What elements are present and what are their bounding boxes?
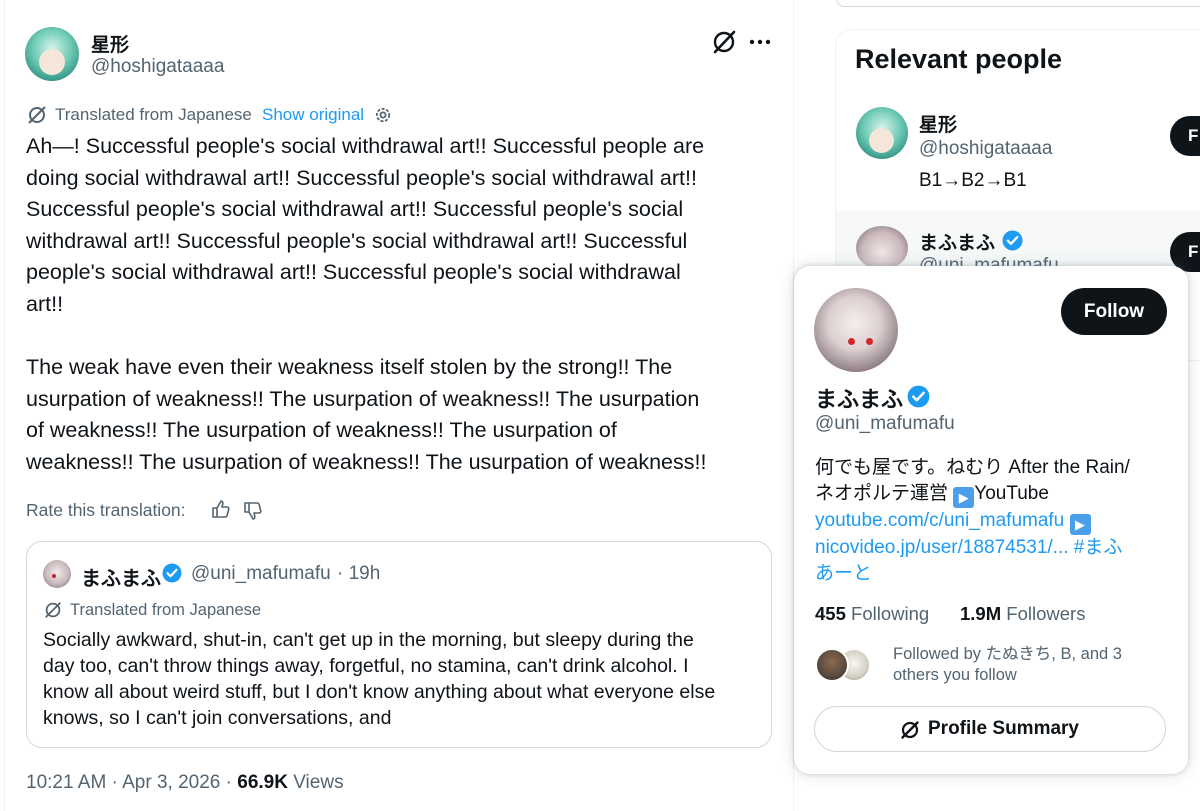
followers-count: 1.9M xyxy=(960,603,1002,624)
hover-card-handle[interactable]: @uni_mafumafu xyxy=(815,413,955,435)
hashtag-link-part1[interactable]: #まふ xyxy=(1074,537,1123,558)
quote-author-name: まふまふ xyxy=(81,568,161,590)
author-avatar[interactable] xyxy=(25,27,79,81)
timestamp-text[interactable]: 10:21 AM · Apr 3, 2026 · xyxy=(26,772,237,793)
relevant-people-title: Relevant people xyxy=(855,44,1063,74)
person-avatar[interactable] xyxy=(856,107,908,159)
bio-line-2-text: ネオポルテ運営 xyxy=(815,483,954,504)
followers-stat[interactable]: 1.9M Followers xyxy=(960,603,1085,625)
more-icon[interactable] xyxy=(749,38,771,46)
follower-avatar xyxy=(815,648,849,682)
play-button-emoji: ▶ xyxy=(1069,514,1091,535)
following-stat[interactable]: 455 Following xyxy=(815,603,929,625)
verified-badge-icon xyxy=(907,385,930,408)
top-sidebar-box xyxy=(836,0,1200,7)
following-label: Following xyxy=(851,603,930,624)
translate-icon xyxy=(26,104,48,126)
quote-author-avatar xyxy=(43,560,71,588)
tweet-text-paragraph-2: The weak have even their weakness itself… xyxy=(26,355,707,474)
person-bio: B1→B2→B1 xyxy=(919,170,1027,191)
verified-badge-icon xyxy=(162,563,182,583)
bio-youtube: YouTube xyxy=(974,483,1049,504)
author-handle[interactable]: @hoshigataaaa xyxy=(91,56,224,78)
gear-icon[interactable] xyxy=(373,105,393,125)
tweet-text-paragraph-1: Ah—! Successful people's social withdraw… xyxy=(26,134,705,316)
person-name[interactable]: まふまふ xyxy=(919,228,995,255)
person-handle[interactable]: @hoshigataaaa xyxy=(919,138,1052,160)
person-name[interactable]: 星形 xyxy=(919,110,957,137)
rate-translation-label: Rate this translation: xyxy=(26,500,186,520)
followed-by-line1: Followed by たぬきち, B, and 3 xyxy=(893,645,1122,663)
quote-time: · 19h xyxy=(337,563,381,584)
hover-card-name[interactable]: まふまふ xyxy=(815,382,903,414)
views-label: Views xyxy=(287,772,344,793)
profile-summary-label: Profile Summary xyxy=(928,718,1079,739)
avatar-eye xyxy=(866,338,873,345)
person-avatar[interactable] xyxy=(856,226,908,270)
avatar-face xyxy=(39,49,65,75)
thumbs-up-icon[interactable] xyxy=(210,498,232,520)
following-count: 455 xyxy=(815,603,846,624)
thumbs-down-icon[interactable] xyxy=(242,500,264,522)
youtube-link[interactable]: youtube.com/c/uni_mafumafu xyxy=(815,510,1064,531)
followed-by-line2: others you follow xyxy=(893,666,1017,684)
quote-translated-label: Translated from Japanese xyxy=(70,601,262,619)
tweet-timestamp: 10:21 AM · Apr 3, 2026 · 66.9K Views xyxy=(26,772,344,794)
verified-badge-icon xyxy=(1002,230,1023,251)
hover-card-avatar[interactable] xyxy=(814,288,898,372)
nicovideo-link[interactable]: nicovideo.jp/user/18874531/... xyxy=(815,537,1069,558)
followers-label: Followers xyxy=(1006,603,1086,624)
hashtag-link-part2[interactable]: あーと xyxy=(815,561,1175,587)
quote-author-handle: @uni_mafumafu xyxy=(191,563,331,584)
bio-line-1: 何でも屋です。ねむり After the Rain/ xyxy=(815,457,1130,478)
show-original-link[interactable]: Show original xyxy=(262,105,364,125)
followed-by-text[interactable]: Followed by たぬきち, B, and 3 others you fo… xyxy=(893,644,1122,686)
follow-button[interactable]: Follow xyxy=(1061,288,1167,335)
hover-card-bio: 何でも屋です。ねむり After the Rain/ ネオポルテ運営 ▶ YouT… xyxy=(815,455,1175,587)
profile-summary-button[interactable]: Profile Summary xyxy=(814,706,1166,752)
views-count: 66.9K xyxy=(237,772,288,793)
bio-line-3: youtube.com/c/uni_mafumafu ▶ xyxy=(815,508,1175,535)
bio-line-4: nicovideo.jp/user/18874531/... #まふ xyxy=(815,535,1175,561)
translated-label: Translated from Japanese xyxy=(55,105,252,124)
profile-hover-card: Follow まふまふ @uni_mafumafu 何でも屋です。ねむり Aft… xyxy=(794,266,1188,774)
avatar-eye xyxy=(848,338,855,345)
grok-icon[interactable] xyxy=(710,28,738,56)
avatar-face xyxy=(869,128,894,153)
author-name[interactable]: 星形 xyxy=(91,30,129,57)
bio-line-2: ネオポルテ運営 ▶ YouTube xyxy=(815,481,1175,508)
translate-icon xyxy=(43,600,63,620)
grok-icon xyxy=(899,719,921,741)
quoted-tweet-card[interactable]: まふまふ @uni_mafumafu · 19h Translated from… xyxy=(26,541,772,748)
play-button-emoji: ▶ xyxy=(953,487,975,508)
quote-text: Socially awkward, shut-in, can't get up … xyxy=(43,629,716,729)
